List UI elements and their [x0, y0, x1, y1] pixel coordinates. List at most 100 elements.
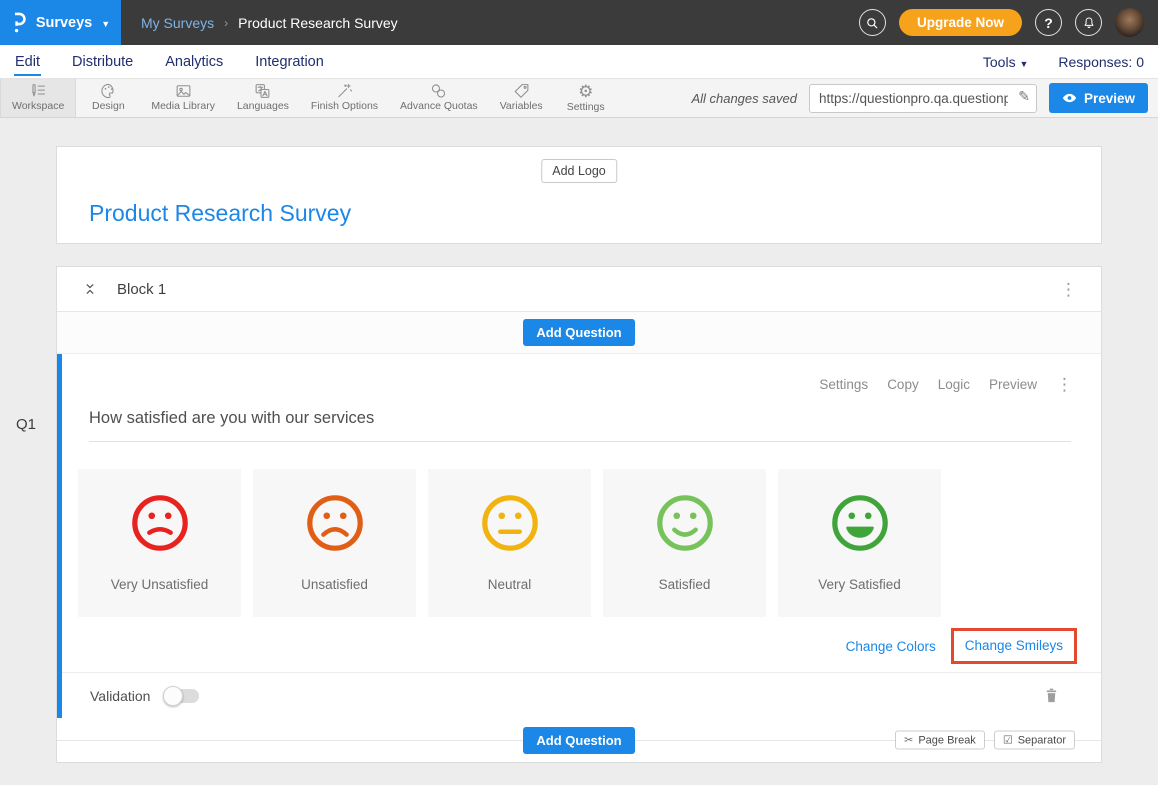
rating-option-very-satisfied[interactable]: Very Satisfied — [778, 469, 941, 617]
breadcrumb-separator-icon: › — [224, 16, 228, 30]
toolbar-item-media-library[interactable]: Media Library — [140, 79, 226, 117]
breadcrumb-parent-link[interactable]: My Surveys — [141, 15, 214, 31]
toolbar-item-settings[interactable]: ⚙ Settings — [554, 79, 618, 117]
question-logic-link[interactable]: Logic — [938, 377, 970, 392]
brand-menu[interactable]: Surveys ▼ — [0, 0, 121, 45]
add-logo-button[interactable]: Add Logo — [541, 159, 617, 183]
page-break-button[interactable]: ✂ Page Break — [895, 731, 985, 750]
brand-label: Surveys — [36, 15, 92, 31]
collapse-block-icon[interactable] — [83, 281, 97, 297]
toolbar-item-variables[interactable]: Variables — [489, 79, 554, 117]
survey-title[interactable]: Product Research Survey — [89, 200, 351, 227]
toolbar-item-finish-options[interactable]: Finish Options — [300, 79, 389, 117]
search-icon — [865, 16, 879, 30]
tab-distribute[interactable]: Distribute — [71, 48, 134, 76]
topbar: Surveys ▼ My Surveys › Product Research … — [0, 0, 1158, 45]
upgrade-now-button[interactable]: Upgrade Now — [899, 9, 1022, 36]
tab-edit[interactable]: Edit — [14, 48, 41, 76]
notifications-button[interactable] — [1075, 9, 1102, 36]
block-menu-kebab-icon[interactable]: ⋮ — [1060, 281, 1077, 298]
rating-option-neutral[interactable]: Neutral — [428, 469, 591, 617]
survey-url-input[interactable] — [809, 84, 1037, 113]
toolbar-item-design[interactable]: Design — [76, 79, 140, 117]
toolbar-item-label: Advance Quotas — [400, 100, 478, 115]
delete-question-button[interactable] — [1044, 687, 1059, 704]
tools-dropdown[interactable]: Tools ▼ — [983, 54, 1029, 70]
smiley-config-links: Change Colors Change Smileys — [62, 628, 1077, 664]
rating-option-label: Very Unsatisfied — [111, 577, 209, 592]
add-question-row-top: Add Question — [57, 312, 1101, 354]
tag-icon — [512, 82, 531, 100]
toolbar-item-languages[interactable]: Languages — [226, 79, 300, 117]
autosave-status: All changes saved — [691, 91, 797, 106]
tab-analytics[interactable]: Analytics — [164, 48, 224, 76]
question-text-wrap: How satisfied are you with our services — [89, 409, 1071, 442]
rating-option-satisfied[interactable]: Satisfied — [603, 469, 766, 617]
change-colors-link[interactable]: Change Colors — [846, 639, 936, 654]
search-button[interactable] — [859, 9, 886, 36]
highlight-box: Change Smileys — [951, 628, 1077, 664]
add-question-button-bottom[interactable]: Add Question — [523, 727, 634, 754]
survey-url-wrap: ✎ — [809, 84, 1037, 113]
change-smileys-link[interactable]: Change Smileys — [965, 638, 1063, 653]
checkbox-icon: ☑ — [1003, 734, 1013, 747]
toolbar-item-label: Workspace — [12, 100, 64, 115]
toolbar-item-advance-quotas[interactable]: Advance Quotas — [389, 79, 489, 117]
topbar-actions: Upgrade Now ? — [859, 8, 1158, 37]
toggle-knob — [163, 686, 183, 706]
block-title[interactable]: Block 1 — [117, 281, 166, 298]
survey-header-card: Add Logo Product Research Survey — [56, 146, 1102, 244]
breadcrumb-current: Product Research Survey — [238, 15, 398, 31]
nav-right: Tools ▼ Responses: 0 — [983, 54, 1144, 70]
question-card: Q1 Settings Copy Logic Preview ⋮ How sat… — [57, 354, 1101, 718]
footer-actions: ✂ Page Break ☑ Separator — [895, 731, 1075, 750]
question-settings-link[interactable]: Settings — [819, 377, 868, 392]
scissors-icon: ✂ — [904, 734, 913, 747]
smiley-unsatisfied-icon — [304, 492, 366, 554]
gear-icon: ⚙ — [578, 82, 593, 101]
block-footer: Add Question ✂ Page Break ☑ Separator — [57, 718, 1101, 762]
bell-icon — [1082, 16, 1096, 30]
nav-tabs: Edit Distribute Analytics Integration — [14, 48, 325, 76]
validation-toggle[interactable] — [165, 689, 199, 703]
question-action-menu: Settings Copy Logic Preview ⋮ — [62, 354, 1101, 393]
chevron-down-icon: ▼ — [101, 19, 110, 29]
editor-toolbar: Workspace Design Media Library Languages — [0, 78, 1158, 118]
separator-button[interactable]: ☑ Separator — [994, 731, 1075, 750]
question-text[interactable]: How satisfied are you with our services — [89, 409, 374, 427]
toolbar-item-label: Languages — [237, 100, 289, 115]
rating-option-label: Unsatisfied — [301, 577, 368, 592]
question-copy-link[interactable]: Copy — [887, 377, 919, 392]
responses-count[interactable]: Responses: 0 — [1058, 54, 1144, 70]
rating-option-label: Satisfied — [659, 577, 711, 592]
chevron-down-icon: ▼ — [1019, 59, 1028, 69]
toolbar-right: All changes saved ✎ Preview — [691, 79, 1158, 117]
question-id-label: Q1 — [16, 416, 36, 433]
add-question-button-top[interactable]: Add Question — [523, 319, 634, 346]
edit-url-pencil-icon[interactable]: ✎ — [1018, 88, 1030, 105]
smiley-very-satisfied-icon — [829, 492, 891, 554]
rating-option-unsatisfied[interactable]: Unsatisfied — [253, 469, 416, 617]
question-menu-kebab-icon[interactable]: ⋮ — [1056, 376, 1073, 393]
smiley-rating-options: Very Unsatisfied Unsatisfied — [78, 469, 1101, 617]
question-preview-link[interactable]: Preview — [989, 377, 1037, 392]
rating-option-very-unsatisfied[interactable]: Very Unsatisfied — [78, 469, 241, 617]
user-avatar[interactable] — [1115, 8, 1144, 37]
block-header: Block 1 ⋮ — [57, 267, 1101, 312]
rating-option-label: Very Satisfied — [818, 577, 901, 592]
toolbar-item-label: Finish Options — [311, 100, 378, 115]
smiley-very-unsatisfied-icon — [129, 492, 191, 554]
toolbar-item-workspace[interactable]: Workspace — [0, 79, 76, 117]
toolbar-item-label: Variables — [500, 100, 543, 115]
questionpro-logo — [11, 12, 27, 34]
tab-integration[interactable]: Integration — [254, 48, 325, 76]
magic-wand-icon — [335, 82, 354, 100]
breadcrumb: My Surveys › Product Research Survey — [121, 15, 859, 31]
workspace-canvas: Add Logo Product Research Survey Block 1… — [0, 118, 1158, 785]
section-nav: Edit Distribute Analytics Integration To… — [0, 45, 1158, 78]
eye-icon — [1062, 92, 1077, 104]
palette-icon — [99, 82, 118, 100]
help-button[interactable]: ? — [1035, 9, 1062, 36]
preview-button[interactable]: Preview — [1049, 83, 1148, 113]
smiley-neutral-icon — [479, 492, 541, 554]
